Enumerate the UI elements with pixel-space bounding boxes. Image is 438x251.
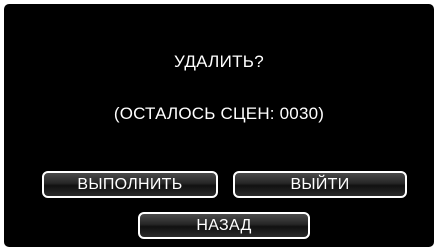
remaining-scenes-text: (ОСТАЛОСЬ СЦЕН: 0030) (113, 104, 325, 123)
back-button[interactable]: НАЗАД (138, 212, 310, 239)
exit-button[interactable]: ВЫЙТИ (233, 171, 407, 198)
delete-confirm-dialog: УДАЛИТЬ? (ОСТАЛОСЬ СЦЕН: 0030) ВЫПОЛНИТЬ… (4, 4, 434, 247)
execute-button[interactable]: ВЫПОЛНИТЬ (42, 171, 218, 198)
dialog-title: УДАЛИТЬ? (173, 52, 265, 71)
